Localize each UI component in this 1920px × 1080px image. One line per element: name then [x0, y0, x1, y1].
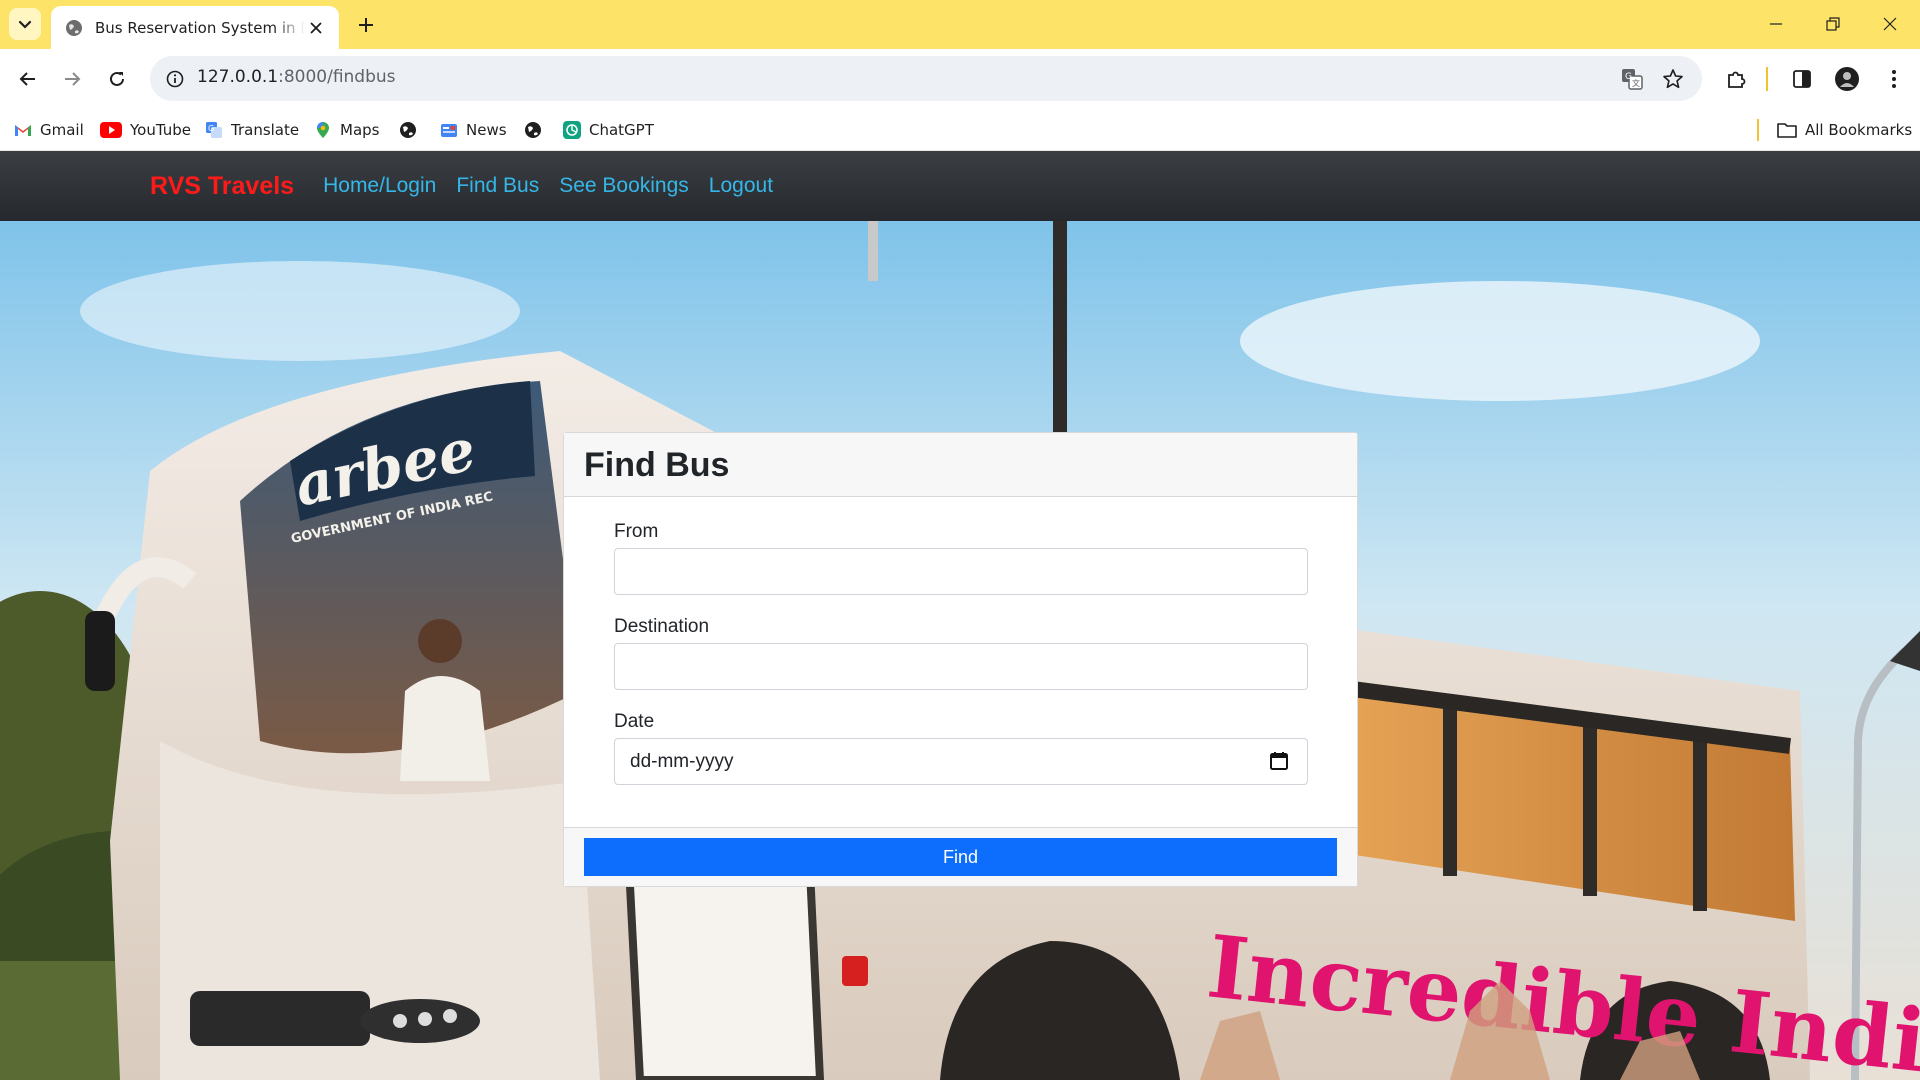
new-tab-button[interactable] — [352, 11, 380, 39]
destination-input[interactable] — [614, 643, 1308, 690]
close-tab-icon[interactable] — [305, 17, 327, 39]
reload-icon — [110, 71, 124, 86]
all-bookmarks-button[interactable]: All Bookmarks — [1777, 117, 1912, 143]
globe-icon — [66, 19, 82, 36]
svg-text:G: G — [1625, 72, 1632, 82]
bookmark-label: YouTube — [130, 121, 191, 139]
translate-page-icon[interactable]: G文 — [1617, 64, 1647, 94]
translate-icon: G — [205, 121, 223, 139]
arrow-left-icon — [19, 72, 35, 86]
maps-icon — [314, 121, 332, 139]
all-bookmarks-label: All Bookmarks — [1805, 121, 1913, 139]
bookmark-youtube[interactable]: YouTube — [100, 117, 191, 143]
toolbar-divider — [1766, 67, 1768, 91]
browser-tab-bar: Bus Reservation System in Djan — [0, 0, 1920, 49]
card-header: Find Bus — [564, 433, 1357, 497]
find-bus-card: Find Bus From Destination Date dd-mm-yyy… — [563, 432, 1358, 887]
page-viewport: RVS Travels Home/Login Find Bus See Book… — [0, 151, 1920, 1080]
restore-icon — [1826, 17, 1840, 31]
browser-toolbar: 127.0.0.1:8000/findbus G文 — [0, 49, 1920, 109]
svg-text:文: 文 — [1632, 78, 1640, 88]
puzzle-icon — [1728, 71, 1746, 88]
url-text[interactable]: 127.0.0.1:8000/findbus — [197, 67, 396, 87]
url-host: 127.0.0.1 — [197, 67, 279, 87]
avatar-icon — [1835, 67, 1859, 91]
site-navbar: RVS Travels Home/Login Find Bus See Book… — [0, 151, 1920, 221]
destination-label: Destination — [614, 616, 710, 637]
bookmark-label: Translate — [231, 121, 300, 139]
nav-link-home-login[interactable]: Home/Login — [323, 174, 436, 198]
bookmark-label: News — [466, 121, 507, 139]
profile-avatar-button[interactable] — [1832, 64, 1862, 94]
date-label: Date — [614, 711, 655, 732]
date-placeholder: dd-mm-yyyy — [630, 750, 734, 772]
back-button[interactable] — [13, 64, 43, 94]
from-input[interactable] — [614, 548, 1308, 595]
browser-tab-active[interactable]: Bus Reservation System in Djan — [51, 6, 339, 49]
from-label: From — [614, 521, 659, 542]
bookmark-label: ChatGPT — [589, 121, 654, 139]
find-button[interactable]: Find — [584, 838, 1337, 876]
bookmark-label: Maps — [340, 121, 380, 139]
more-vertical-icon — [1892, 70, 1896, 88]
side-panel-icon — [1793, 70, 1811, 88]
folder-icon — [1777, 121, 1797, 139]
plus-icon — [359, 18, 373, 32]
find-bus-form: From Destination Date dd-mm-yyyy — [564, 497, 1357, 829]
close-window-button[interactable] — [1876, 10, 1904, 38]
bookmark-gmail[interactable]: Gmail — [14, 117, 84, 143]
url-path: :8000/findbus — [278, 67, 396, 87]
bookmark-news[interactable]: News — [440, 117, 507, 143]
minimize-icon — [1770, 23, 1782, 25]
forward-button[interactable] — [57, 64, 87, 94]
minimize-window-button[interactable] — [1762, 10, 1790, 38]
page-title: Find Bus — [584, 446, 730, 484]
bookmark-globe-2[interactable] — [524, 117, 550, 143]
arrow-right-icon — [65, 72, 81, 86]
news-icon — [440, 121, 458, 139]
tab-search-button[interactable] — [9, 8, 41, 40]
bookmark-maps[interactable]: Maps — [314, 117, 379, 143]
nav-link-see-bookings[interactable]: See Bookings — [559, 174, 689, 198]
bookmark-label: Gmail — [40, 121, 84, 139]
reload-button[interactable] — [102, 64, 132, 94]
globe-icon — [524, 121, 542, 139]
chatgpt-icon — [563, 121, 581, 139]
tab-title: Bus Reservation System in Djan — [95, 18, 305, 37]
side-panel-button[interactable] — [1787, 64, 1817, 94]
gmail-icon — [14, 121, 32, 139]
browser-menu-button[interactable] — [1879, 64, 1909, 94]
restore-window-button[interactable] — [1819, 10, 1847, 38]
bookmark-chatgpt[interactable]: ChatGPT — [563, 117, 654, 143]
date-input[interactable]: dd-mm-yyyy — [614, 738, 1308, 785]
site-info-icon[interactable] — [160, 64, 190, 94]
bookmark-star-icon[interactable] — [1658, 64, 1688, 94]
nav-link-find-bus[interactable]: Find Bus — [456, 174, 539, 198]
globe-icon — [399, 121, 417, 139]
brand-logo[interactable]: RVS Travels — [150, 172, 294, 201]
address-bar[interactable]: 127.0.0.1:8000/findbus G文 — [150, 56, 1702, 101]
card-footer: Find — [564, 827, 1357, 886]
bookmarks-divider — [1757, 119, 1759, 141]
extensions-button[interactable] — [1721, 64, 1751, 94]
calendar-icon[interactable] — [1269, 751, 1289, 771]
bookmark-globe-1[interactable] — [399, 117, 425, 143]
bookmark-translate[interactable]: G Translate — [205, 117, 299, 143]
youtube-icon — [100, 121, 122, 139]
nav-link-logout[interactable]: Logout — [709, 174, 773, 198]
chevron-down-icon — [18, 20, 32, 29]
svg-text:G: G — [208, 124, 214, 133]
close-icon — [1883, 17, 1897, 31]
bookmarks-bar: Gmail YouTube G Translate Maps News Chat… — [0, 109, 1920, 151]
